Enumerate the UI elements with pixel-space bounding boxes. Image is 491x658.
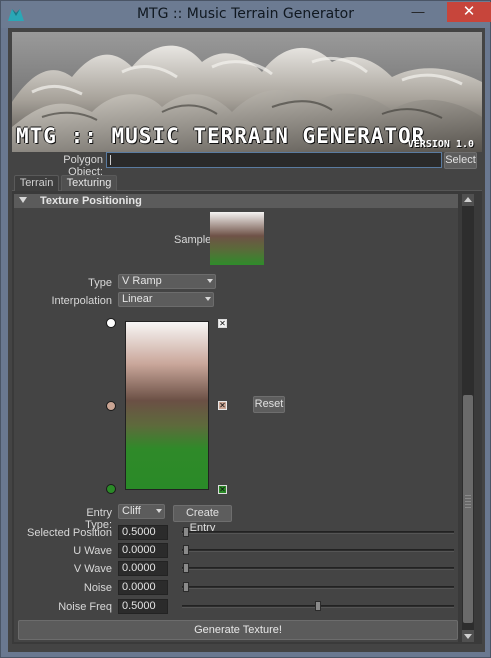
noise-freq-field[interactable]: 0.5000 (118, 599, 168, 614)
noise-freq-slider-thumb[interactable] (315, 601, 321, 611)
texture-positioning-panel (14, 208, 458, 642)
scroll-up-arrow-icon[interactable] (462, 194, 474, 206)
select-button[interactable]: Select (444, 152, 477, 169)
interpolation-selected: Linear (122, 293, 153, 305)
title-bar[interactable]: MTG :: Music Terrain Generator — ✕ (1, 1, 491, 28)
sample-label: Sample (174, 234, 212, 246)
reset-button[interactable]: Reset (253, 396, 285, 413)
delete-entry-icon[interactable]: ✕ (218, 401, 227, 410)
noise-label: Noise (83, 582, 112, 594)
tab-texturing[interactable]: Texturing (61, 175, 117, 191)
chevron-down-icon (205, 297, 211, 301)
sample-swatch (210, 212, 264, 265)
generate-texture-button[interactable]: Generate Texture! (18, 620, 458, 640)
v-wave-slider-thumb[interactable] (183, 563, 189, 573)
section-title: Texture Positioning (40, 195, 142, 207)
type-dropdown[interactable]: V Ramp (118, 274, 216, 289)
v-wave-slider[interactable] (182, 567, 454, 570)
banner-version: VERSION 1.0 (407, 139, 474, 150)
interpolation-dropdown[interactable]: Linear (118, 292, 214, 307)
vertical-scrollbar[interactable] (462, 194, 474, 642)
scroll-down-arrow-icon[interactable] (462, 630, 474, 642)
selected-position-field[interactable]: 0.5000 (118, 525, 168, 540)
color-ramp[interactable] (125, 321, 209, 490)
entry-type-selected: Cliff (122, 505, 141, 517)
selected-position-label: Selected Position (27, 527, 112, 539)
app-window: MTG :: Music Terrain Generator — ✕ MTG:… (0, 0, 491, 658)
ramp-entry-handle-top[interactable] (106, 318, 116, 328)
type-selected: V Ramp (122, 275, 162, 287)
banner-title: MTG :: MUSIC TERRAIN GENERATOR (16, 124, 426, 148)
interpolation-label: Interpolation (51, 295, 112, 307)
noise-slider-thumb[interactable] (183, 582, 189, 592)
u-wave-field[interactable]: 0.0000 (118, 543, 168, 558)
u-wave-label: U Wave (73, 545, 112, 557)
v-wave-field[interactable]: 0.0000 (118, 561, 168, 576)
u-wave-slider-thumb[interactable] (183, 545, 189, 555)
entry-type-dropdown[interactable]: Cliff (118, 504, 165, 519)
grip-icon (465, 495, 471, 509)
chevron-down-icon (156, 509, 162, 513)
noise-slider[interactable] (182, 586, 454, 589)
client-area: MTG :: MUSIC TERRAIN GENERATOR VERSION 1… (8, 28, 485, 652)
banner: MTG :: MUSIC TERRAIN GENERATOR VERSION 1… (12, 32, 482, 152)
polygon-object-input[interactable] (106, 152, 442, 168)
u-wave-slider[interactable] (182, 549, 454, 552)
noise-freq-label: Noise Freq (58, 601, 112, 613)
collapse-arrow-icon (19, 197, 27, 203)
scrollbar-thumb[interactable] (463, 395, 473, 623)
noise-field[interactable]: 0.0000 (118, 580, 168, 595)
create-entry-button[interactable]: Create Entry (173, 505, 232, 534)
ramp-entry-handle-middle[interactable] (106, 401, 116, 411)
minimize-button[interactable]: — (406, 2, 430, 22)
selected-position-slider-thumb[interactable] (183, 527, 189, 537)
selected-position-slider[interactable] (182, 531, 454, 534)
v-wave-label: V Wave (73, 563, 112, 575)
delete-entry-icon[interactable]: ✕ (218, 485, 227, 494)
close-button[interactable]: ✕ (447, 2, 491, 22)
texture-positioning-header[interactable]: Texture Positioning (14, 194, 458, 208)
tab-terrain[interactable]: Terrain (14, 175, 59, 191)
delete-entry-icon[interactable]: ✕ (218, 319, 227, 328)
ramp-entry-handle-bottom[interactable] (106, 484, 116, 494)
type-label: Type (88, 277, 112, 289)
chevron-down-icon (207, 279, 213, 283)
